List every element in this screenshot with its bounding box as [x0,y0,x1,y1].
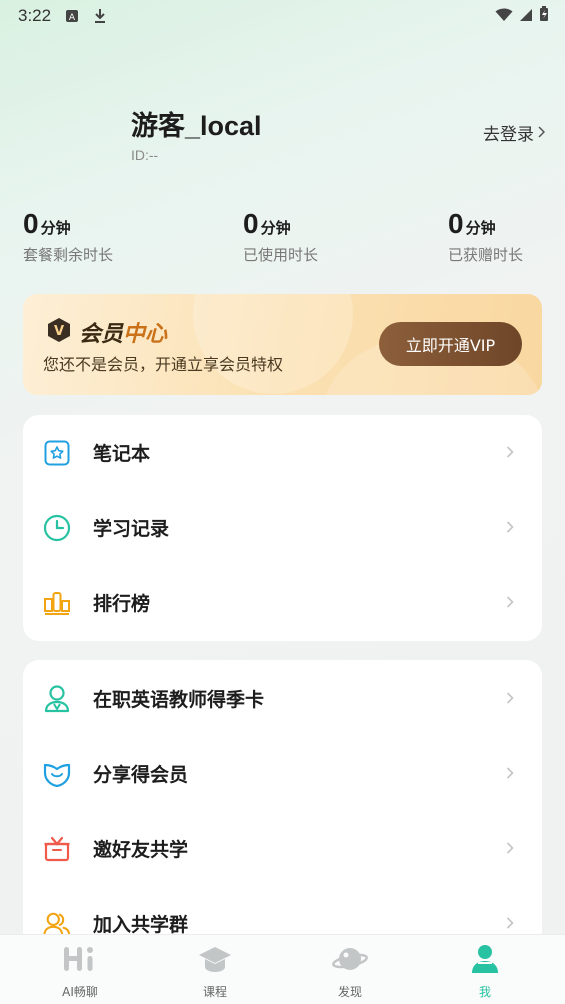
usage-stats: 0 分钟 套餐剩余时长 0 分钟 已使用时长 0 分钟 已获赠时长 [0,208,565,268]
open-vip-button[interactable]: 立即开通VIP [379,322,522,366]
clock-icon [43,514,71,542]
stat-label: 已获赠时长 [448,246,524,264]
tab-label: 课程 [202,985,227,999]
menu-item-share-membership[interactable]: 分享得会员 [23,736,542,811]
gift-icon [43,835,71,863]
vip-title-a: 会员 [79,322,124,347]
chevron-right-icon [506,689,514,708]
stat-unit: 分钟 [260,219,291,237]
tab-me[interactable]: 我 [445,943,525,1000]
menu-item-label: 排行榜 [93,593,151,615]
menu-item-label: 加入共学群 [93,914,189,936]
stat-remaining: 0 分钟 套餐剩余时长 [23,208,113,265]
status-time: 3:22 [18,6,52,25]
status-bar: 3:22 A [0,0,565,32]
stat-used: 0 分钟 已使用时长 [243,208,318,265]
chevron-right-icon [506,443,514,462]
svg-text:A: A [69,13,76,23]
profile-section: 游客_local ID:-- [131,104,262,163]
chevron-right-icon [506,593,514,612]
bottom-tab-bar: AI畅聊 课程 发现 我 [0,934,565,1004]
tab-ai-chat[interactable]: AI畅聊 [40,943,120,1000]
svg-text:V: V [54,324,64,339]
notebook-icon [43,439,71,467]
download-icon [93,8,107,24]
menu-item-label: 学习记录 [93,518,170,540]
tab-label: AI畅聊 [62,985,98,999]
stat-unit: 分钟 [465,219,496,237]
stat-unit: 分钟 [40,219,71,237]
tab-discover[interactable]: 发现 [310,943,390,1000]
menu-item-notebook[interactable]: 笔记本 [23,415,542,490]
stat-label: 套餐剩余时长 [23,246,114,264]
chevron-right-icon [506,914,514,933]
vip-title: V 会员中心 [47,316,167,348]
chevron-right-icon [538,123,546,143]
me-icon [467,943,503,979]
menu-item-teacher-card[interactable]: 在职英语教师得季卡 [23,661,542,736]
wifi-icon [495,7,513,27]
login-link[interactable]: 去登录 [483,120,546,145]
menu-item-study-record[interactable]: 学习记录 [23,490,542,565]
menu-item-label: 在职英语教师得季卡 [93,689,265,711]
user-id: ID:-- [131,147,159,163]
teacher-icon [43,684,71,713]
stat-value: 0 [243,208,259,239]
vip-title-b: 中心 [123,322,168,347]
menu-card-secondary: 在职英语教师得季卡 分享得会员 邀好友共学 加入共学群 [23,660,542,950]
menu-item-label: 邀好友共学 [93,839,189,861]
share-icon [43,760,71,788]
discover-icon [332,943,368,979]
course-icon [197,943,233,979]
app-notification-icon: A [65,9,79,23]
menu-item-label: 分享得会员 [93,764,189,786]
chevron-right-icon [506,839,514,858]
signal-icon [519,7,533,27]
tab-label: 发现 [337,985,362,999]
menu-item-label: 笔记本 [93,443,151,465]
ai-chat-icon [62,943,98,979]
stat-label: 已使用时长 [243,246,319,264]
menu-item-invite-friends[interactable]: 邀好友共学 [23,811,542,886]
menu-card-primary: 笔记本 学习记录 排行榜 [23,415,542,641]
username: 游客_local [131,111,262,141]
login-label: 去登录 [483,125,534,145]
battery-icon [539,6,549,27]
tab-course[interactable]: 课程 [175,943,255,1000]
chevron-right-icon [506,518,514,537]
stat-gifted: 0 分钟 已获赠时长 [448,208,523,265]
vip-center-card[interactable]: V 会员中心 您还不是会员，开通立享会员特权 立即开通VIP [23,294,542,395]
vip-description: 您还不是会员，开通立享会员特权 [43,355,284,374]
ranking-icon [43,589,71,617]
vip-badge-icon: V [47,317,71,347]
menu-item-ranking[interactable]: 排行榜 [23,565,542,640]
chevron-right-icon [506,764,514,783]
tab-label: 我 [478,985,491,999]
stat-value: 0 [23,208,39,239]
stat-value: 0 [448,208,464,239]
